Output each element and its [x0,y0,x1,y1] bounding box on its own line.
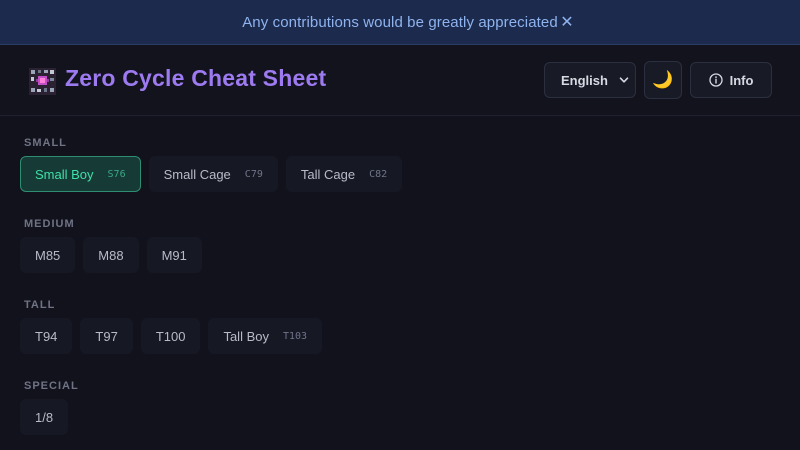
chip-label: Small Boy [35,166,94,182]
language-select[interactable]: English [544,62,636,98]
section-label-special: SPECIAL [24,380,79,392]
moon-icon: 🌙 [652,70,674,89]
chip-label: T97 [95,328,118,344]
chip-one-eighth[interactable]: 1/8 [20,399,69,435]
chip-code: C82 [369,168,388,180]
chip-small-cage[interactable]: Small Cage C79 [148,156,278,192]
section-label-medium: MEDIUM [24,218,75,230]
chip-label: T100 [155,328,186,344]
chip-tall-boy[interactable]: Tall Boy T103 [208,318,323,354]
chip-row-small: Small Boy S76 Small Cage C79 Tall Cage C… [20,156,403,192]
chip-m91[interactable]: M91 [146,237,202,273]
chip-small-boy[interactable]: Small Boy S76 [20,156,141,192]
chip-label: M91 [161,247,187,263]
info-button[interactable]: Info [690,62,772,98]
chip-m88[interactable]: M88 [83,237,139,273]
chip-t94[interactable]: T94 [20,318,73,354]
page-title: Zero Cycle Cheat Sheet [65,65,327,91]
chip-code: S76 [107,168,126,180]
app-header: Zero Cycle Cheat Sheet English 🌙 Info [0,45,800,116]
theme-toggle-button[interactable]: 🌙 [644,61,682,99]
chip-row-tall: T94 T97 T100 Tall Boy T103 [20,318,323,354]
chip-tall-cage[interactable]: Tall Cage C82 [285,156,403,192]
chevron-down-icon [619,77,629,83]
close-icon[interactable]: ✕ [557,11,577,33]
chip-label: Small Cage [163,166,231,182]
chip-m85[interactable]: M85 [20,237,76,273]
cube-logo-icon [29,68,56,95]
chip-t100[interactable]: T100 [140,318,201,354]
info-button-label: Info [729,72,754,88]
chip-code: T103 [282,330,308,342]
language-select-value: English [561,72,608,88]
chip-label: M85 [35,247,61,263]
chip-code: C79 [244,168,263,180]
section-label-tall: TALL [24,299,56,311]
contribution-banner: Any contributions would be greatly appre… [0,0,800,45]
section-label-small: SMALL [24,137,67,149]
chip-label: Tall Boy [223,328,269,344]
chip-label: M88 [98,247,124,263]
chip-label: T94 [35,328,58,344]
chip-t97[interactable]: T97 [80,318,133,354]
chip-row-special: 1/8 [20,399,69,435]
chip-label: Tall Cage [300,166,356,182]
chip-label: 1/8 [35,409,54,425]
chip-row-medium: M85 M88 M91 [20,237,202,273]
info-icon [708,73,723,87]
banner-text: Any contributions would be greatly appre… [242,13,558,31]
